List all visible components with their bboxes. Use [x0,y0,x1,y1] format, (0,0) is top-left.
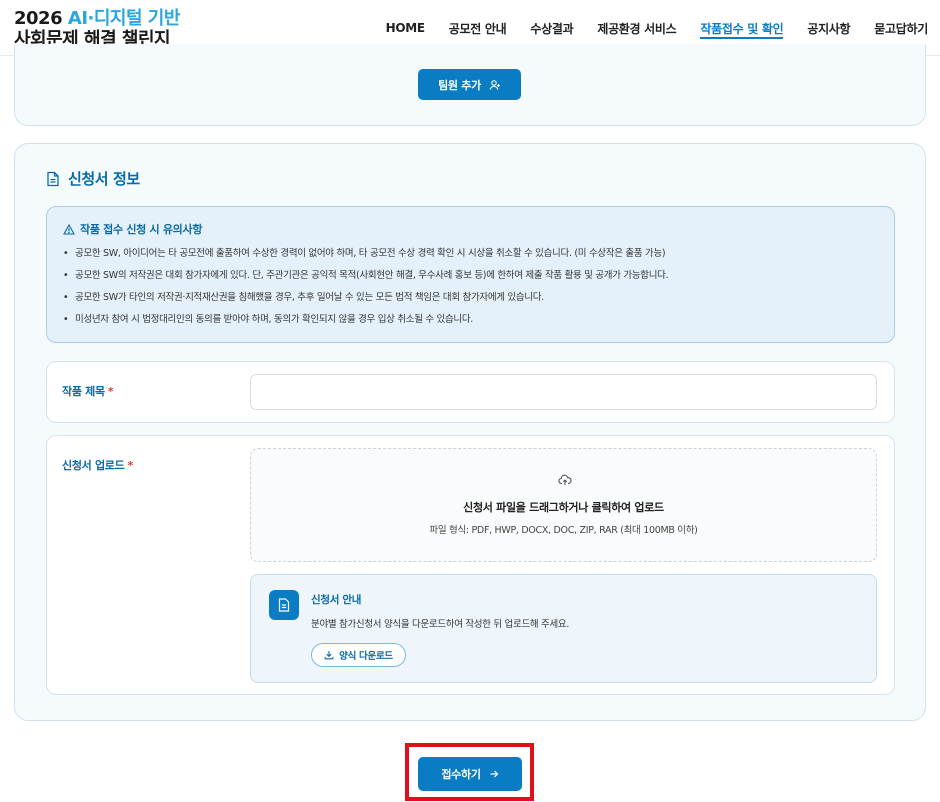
section-title: 신청서 정보 [46,168,140,189]
document-icon [269,590,299,620]
dropzone-instruction: 신청서 파일을 드래그하거나 클릭하여 업로드 [463,501,664,514]
upload-field-label: 신청서 업로드 * [62,459,133,472]
user-add-icon [489,79,500,90]
cloud-upload-icon [558,474,572,485]
add-member-button[interactable]: 팀원 추가 [418,69,521,100]
submit-button[interactable]: 접수하기 [418,757,522,791]
dropzone-file-types: 파일 형식: PDF, HWP, DOCX, DOC, ZIP, RAR (최대… [429,525,698,536]
submit-label: 접수하기 [441,768,481,781]
title-input[interactable] [250,374,877,410]
notice-title: 작품 접수 신청 시 유의사항 [63,221,878,237]
logo-accent: AI·디지털 기반 [67,8,181,29]
download-template-button[interactable]: 양식 다운로드 [311,643,406,667]
download-template-label: 양식 다운로드 [339,651,393,662]
notice-item: 공모한 SW가 타인의 저작권·지적재산권을 침해했을 경우, 추후 일어날 수… [63,287,878,309]
download-icon [324,651,334,660]
required-mark: * [127,459,133,472]
logo-year: 2026 [14,8,63,29]
application-guide: 신청서 안내 분야별 참가신청서 양식을 다운로드하여 작성한 뒤 업로드해 주… [250,574,877,683]
arrow-right-icon [490,770,498,778]
warning-icon [63,223,75,235]
notice-title-text: 작품 접수 신청 시 유의사항 [80,223,203,236]
title-field-label: 작품 제목 * [62,385,114,398]
document-icon [47,171,59,186]
notice-list: 공모한 SW, 아이디어는 타 공모전에 출품하여 수상한 경력이 없어야 하며… [63,243,878,331]
notice-item: 공모한 SW의 저작권은 대회 참가자에게 있다. 단, 주관기관은 공익적 목… [63,265,878,287]
guide-description: 분야별 참가신청서 양식을 다운로드하여 작성한 뒤 업로드해 주세요. [311,619,570,630]
add-member-label: 팀원 추가 [438,78,481,92]
required-mark: * [107,385,114,398]
notice-box: 작품 접수 신청 시 유의사항 공모한 SW, 아이디어는 타 공모전에 출품하… [46,206,895,343]
notice-item: 미성년자 참여 시 법정대리인의 동의를 받아야 하며, 동의가 확인되지 않을… [63,309,878,331]
guide-title: 신청서 안내 [311,594,362,606]
file-dropzone[interactable]: 신청서 파일을 드래그하거나 클릭하여 업로드 파일 형식: PDF, HWP,… [250,448,877,562]
section-title-text: 신청서 정보 [68,170,140,188]
notice-item: 공모한 SW, 아이디어는 타 공모전에 출품하여 수상한 경력이 없어야 하며… [63,243,878,265]
